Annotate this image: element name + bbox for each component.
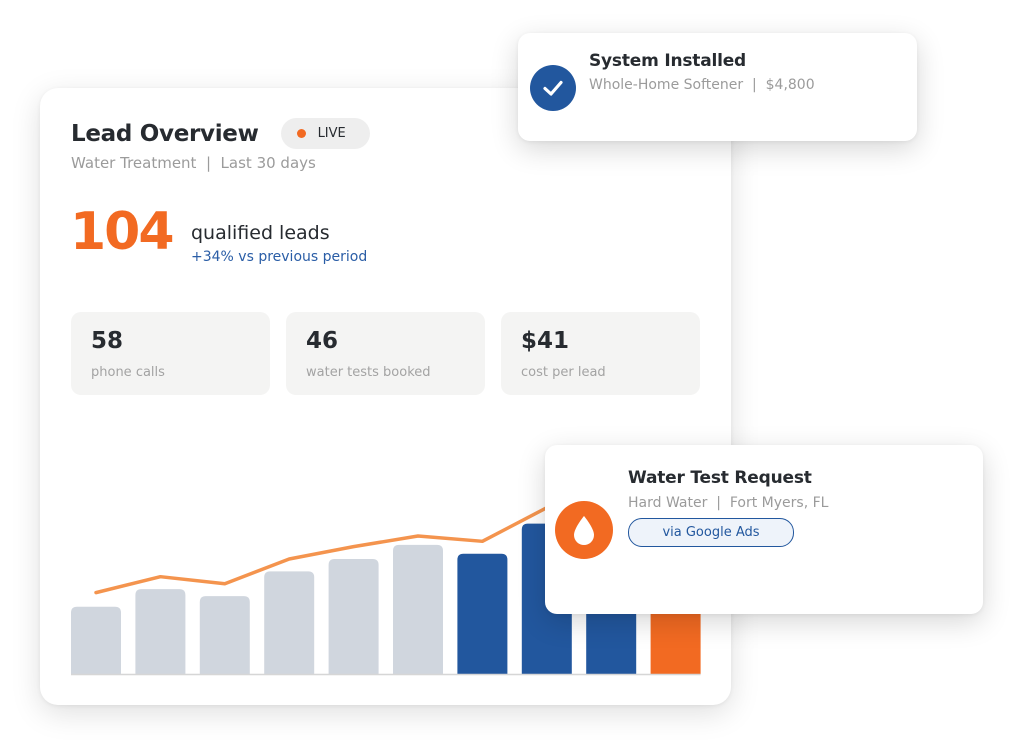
card-title: Lead Overview: [71, 120, 259, 147]
stat-label: phone calls: [91, 365, 165, 380]
water-drop-icon: [555, 501, 613, 559]
notification-title: System Installed: [589, 51, 747, 71]
stat-phone-calls: 58 phone calls: [71, 312, 270, 395]
notification-subtitle: Whole-Home Softener | $4,800: [589, 77, 815, 93]
card-subtitle: Water Treatment | Last 30 days: [71, 154, 316, 172]
notification-water-test-request[interactable]: Water Test Request Hard Water | Fort Mye…: [545, 445, 983, 614]
notification-subtitle: Hard Water | Fort Myers, FL: [628, 495, 829, 511]
chart-bar: [264, 571, 315, 674]
stat-value: 58: [91, 328, 124, 354]
stat-label: water tests booked: [306, 365, 431, 380]
qualified-leads-count: 104: [70, 202, 175, 262]
chart-bar: [71, 606, 121, 674]
qualified-leads-change: +34% vs previous period: [191, 249, 368, 265]
live-badge: LIVE: [280, 118, 370, 149]
stat-water-tests: 46 water tests booked: [286, 312, 485, 395]
stat-cost-per-lead: $41 cost per lead: [501, 312, 700, 395]
stat-label: cost per lead: [521, 365, 606, 380]
live-dot-icon: [296, 129, 306, 138]
notification-system-installed[interactable]: System Installed Whole-Home Softener | $…: [518, 33, 917, 141]
chart-bar: [199, 596, 250, 674]
chart-bar: [328, 559, 379, 674]
lead-source-badge[interactable]: via Google Ads: [628, 518, 794, 547]
check-icon: [530, 65, 576, 111]
stat-value: $41: [521, 328, 570, 354]
title-row: Lead Overview LIVE: [71, 118, 370, 149]
live-label: LIVE: [317, 126, 346, 141]
notification-title: Water Test Request: [628, 468, 812, 488]
stat-value: 46: [306, 328, 339, 354]
chart-bar: [457, 553, 508, 674]
qualified-leads-label: qualified leads: [191, 222, 330, 244]
chart-bar: [393, 544, 443, 674]
chart-bar: [135, 589, 186, 674]
